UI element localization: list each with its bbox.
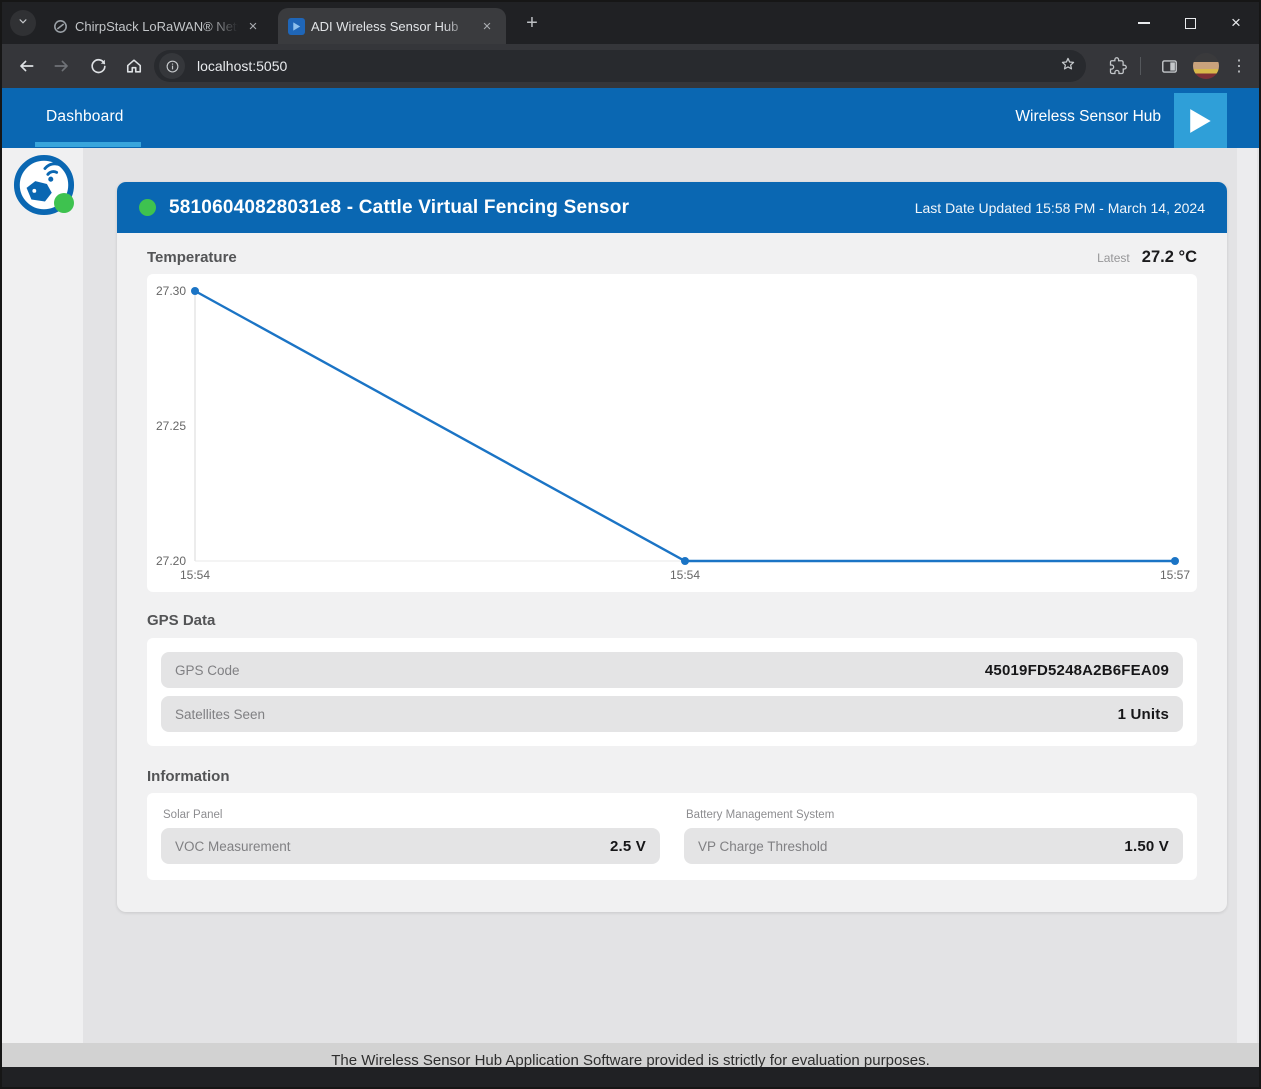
chevron-down-icon (16, 14, 30, 33)
row-label: Satellites Seen (175, 707, 1118, 722)
last-updated: Last Date Updated 15:58 PM - March 14, 2… (915, 200, 1205, 216)
forward-icon (52, 56, 72, 76)
toolbar-separator (1140, 57, 1141, 75)
row-value: 1.50 V (1124, 838, 1169, 855)
svg-text:15:54: 15:54 (180, 568, 210, 582)
adi-triangle-icon (1188, 107, 1214, 135)
battery-management-group: Battery Management System VP Charge Thre… (684, 803, 1183, 864)
app-title: Wireless Sensor Hub (1015, 108, 1161, 126)
tab-title: ADI Wireless Sensor Hub (311, 19, 472, 34)
window-controls: × (1121, 2, 1259, 44)
side-panel-button[interactable] (1153, 50, 1185, 82)
page-content: 58106040828031e8 - Cattle Virtual Fencin… (2, 148, 1259, 1067)
temperature-chart[interactable]: 27.3027.2527.2015:5415:5415:57 (147, 274, 1197, 592)
back-icon (16, 56, 36, 76)
scrollbar[interactable] (1237, 148, 1257, 1043)
bookmark-star-button[interactable] (1059, 55, 1077, 78)
side-panel-icon (1160, 57, 1179, 76)
temperature-header-row: Temperature Latest 27.2 °C (147, 248, 1197, 267)
tab-search-button[interactable] (10, 10, 36, 36)
solar-panel-group: Solar Panel VOC Measurement 2.5 V (161, 803, 660, 864)
svg-text:27.20: 27.20 (156, 554, 186, 568)
tab-adi-wireless-sensor-hub[interactable]: ADI Wireless Sensor Hub × (278, 8, 506, 44)
sensor-title: 58106040828031e8 - Cattle Virtual Fencin… (169, 197, 915, 219)
row-value: 2.5 V (610, 838, 646, 855)
home-button[interactable] (118, 50, 150, 82)
vp-charge-threshold-row: VP Charge Threshold 1.50 V (684, 828, 1183, 864)
info-icon (165, 59, 180, 74)
voc-measurement-row: VOC Measurement 2.5 V (161, 828, 660, 864)
extensions-puzzle-icon (1109, 57, 1127, 75)
sensor-card: 58106040828031e8 - Cattle Virtual Fencin… (117, 182, 1227, 912)
information-header-row: Information (147, 768, 1197, 785)
minimize-button[interactable] (1121, 2, 1167, 44)
adi-favicon-icon (288, 18, 305, 35)
row-label: GPS Code (175, 663, 985, 678)
tab-chirpstack[interactable]: ChirpStack LoRaWAN® Networ × (42, 8, 272, 44)
minimize-icon (1138, 22, 1150, 23)
nav-dashboard[interactable]: Dashboard (46, 108, 124, 126)
row-label: VOC Measurement (175, 839, 610, 854)
temperature-section-title: Temperature (147, 249, 1097, 266)
app-header: Dashboard Wireless Sensor Hub (2, 88, 1259, 148)
url-text[interactable]: localhost:5050 (197, 58, 1059, 74)
information-panel: Solar Panel VOC Measurement 2.5 V Batter… (147, 793, 1197, 880)
status-dot-icon (139, 199, 156, 216)
chirpstack-favicon-icon (52, 18, 69, 35)
sensor-card-body: Temperature Latest 27.2 °C 27.30 27.25 27.… (117, 248, 1227, 880)
reload-button[interactable] (82, 50, 114, 82)
gps-section-title: GPS Data (147, 612, 1197, 629)
site-info-button[interactable] (159, 53, 185, 79)
adi-logo (1174, 93, 1227, 148)
satellites-seen-row: Satellites Seen 1 Units (161, 696, 1183, 732)
toolbar-right: ⋮ (1096, 50, 1251, 82)
footer-text: The Wireless Sensor Hub Application Soft… (331, 1043, 930, 1067)
sensor-card-header: 58106040828031e8 - Cattle Virtual Fencin… (117, 182, 1227, 233)
home-icon (124, 56, 144, 76)
nav-active-underline (35, 142, 141, 147)
sensor-online-dot (54, 193, 74, 213)
star-icon (1059, 55, 1077, 73)
browser-menu-button[interactable]: ⋮ (1227, 56, 1251, 76)
back-button[interactable] (10, 50, 42, 82)
row-value: 45019FD5248A2B6FEA09 (985, 662, 1169, 679)
latest-label: Latest (1097, 251, 1130, 265)
svg-text:27.25: 27.25 (156, 419, 186, 433)
address-bar[interactable]: localhost:5050 (154, 50, 1086, 82)
reload-icon (89, 57, 108, 76)
row-label: VP Charge Threshold (698, 839, 1124, 854)
profile-avatar[interactable] (1193, 53, 1219, 79)
evaluation-footer: The Wireless Sensor Hub Application Soft… (2, 1043, 1259, 1067)
svg-text:15:54: 15:54 (670, 568, 700, 582)
extensions-button[interactable] (1102, 50, 1134, 82)
tab-strip: ChirpStack LoRaWAN® Networ × ADI Wireles… (2, 2, 1259, 44)
group-label: Battery Management System (686, 809, 1183, 821)
forward-button[interactable] (46, 50, 78, 82)
temperature-line-chart: 27.3027.2527.2015:5415:5415:57 (147, 274, 1199, 592)
svg-text:27.30: 27.30 (156, 284, 186, 298)
sidebar-sensor-item[interactable] (13, 154, 75, 216)
row-value: 1 Units (1118, 706, 1169, 723)
maximize-button[interactable] (1167, 2, 1213, 44)
maximize-icon (1185, 18, 1196, 29)
svg-text:15:57: 15:57 (1160, 568, 1190, 582)
latest-temperature-value: 27.2 °C (1142, 248, 1197, 267)
tab-close-icon[interactable]: × (478, 17, 496, 35)
information-section-title: Information (147, 768, 1197, 785)
browser-window: ChirpStack LoRaWAN® Networ × ADI Wireles… (0, 0, 1261, 1089)
sidebar (2, 148, 83, 1067)
group-label: Solar Panel (163, 809, 660, 821)
tab-close-icon[interactable]: × (244, 17, 262, 35)
tab-title: ChirpStack LoRaWAN® Networ (75, 19, 238, 34)
new-tab-button[interactable]: + (518, 9, 546, 37)
gps-header-row: GPS Data (147, 612, 1197, 629)
browser-toolbar: localhost:5050 ⋮ (2, 44, 1259, 88)
close-window-button[interactable]: × (1213, 2, 1259, 44)
gps-code-row: GPS Code 45019FD5248A2B6FEA09 (161, 652, 1183, 688)
gps-panel: GPS Code 45019FD5248A2B6FEA09 Satellites… (147, 638, 1197, 746)
